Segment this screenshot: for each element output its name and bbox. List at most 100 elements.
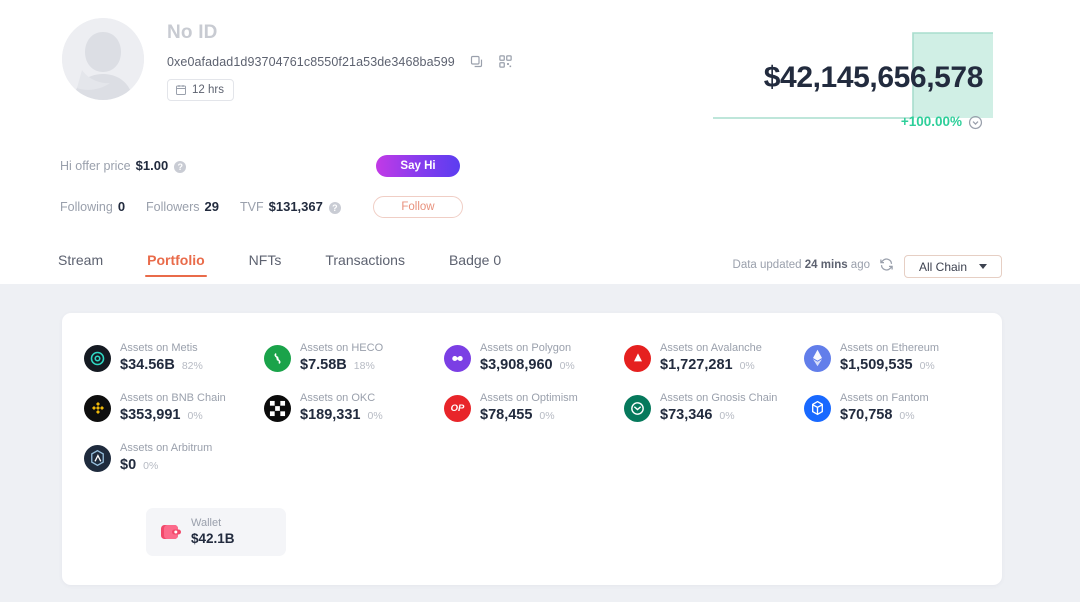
asset-row-optimism[interactable]: OP Assets on Optimism $78,455 0%	[444, 383, 624, 433]
tvf-label: TVF	[240, 200, 264, 214]
asset-amount: $353,991	[120, 406, 180, 425]
tvf-value: $131,367	[269, 199, 323, 214]
tab-stream[interactable]: Stream	[58, 252, 103, 277]
chevron-down-circle-icon[interactable]	[968, 115, 983, 130]
wallet-amount: $42.1B	[191, 530, 235, 548]
total-balance: $42,145,656,578	[764, 62, 983, 94]
asset-name: Assets on HECO	[300, 341, 383, 356]
metis-icon	[84, 345, 111, 372]
ethereum-icon	[804, 345, 831, 372]
balance-change-pct: +100.00%	[901, 114, 962, 130]
asset-name: Assets on Avalanche	[660, 341, 762, 356]
tab-nfts[interactable]: NFTs	[249, 252, 282, 277]
asset-name: Assets on Optimism	[480, 391, 578, 406]
asset-amount: $78,455	[480, 406, 532, 425]
wallet-address[interactable]: 0xe0afadad1d93704761c8550f21a53de3468ba5…	[167, 55, 455, 69]
copy-icon[interactable]	[469, 54, 484, 69]
arbitrum-icon	[84, 445, 111, 472]
hi-offer-label: Hi offer price	[60, 159, 131, 173]
asset-amount: $1,727,281	[660, 356, 733, 375]
asset-row-bnb-chain[interactable]: Assets on BNB Chain $353,991 0%	[84, 383, 264, 433]
asset-row-gnosis-chain[interactable]: Assets on Gnosis Chain $73,346 0%	[624, 383, 804, 433]
profile-tabs: Stream Portfolio NFTs Transactions Badge…	[58, 252, 545, 277]
asset-row-okc[interactable]: Assets on OKC $189,331 0%	[264, 383, 444, 433]
asset-row-arbitrum[interactable]: Assets on Arbitrum $0 0%	[84, 433, 264, 483]
tab-portfolio[interactable]: Portfolio	[147, 252, 205, 277]
following-label: Following	[60, 200, 113, 214]
asset-amount: $7.58B	[300, 356, 347, 375]
asset-row-metis[interactable]: Assets on Metis $34.56B 82%	[84, 333, 264, 383]
asset-share-pct: 0%	[740, 360, 755, 372]
tab-badge[interactable]: Badge 0	[449, 252, 501, 277]
asset-share-pct: 0%	[719, 410, 734, 422]
asset-amount: $73,346	[660, 406, 712, 425]
asset-name: Assets on OKC	[300, 391, 383, 406]
updated-prefix: Data updated	[733, 259, 805, 271]
chain-filter-label: All Chain	[919, 260, 967, 274]
asset-share-pct: 0%	[560, 360, 575, 372]
chain-filter-dropdown[interactable]: All Chain	[904, 255, 1002, 278]
asset-amount: $70,758	[840, 406, 892, 425]
optimism-icon: OP	[444, 395, 471, 422]
asset-name: Assets on Ethereum	[840, 341, 939, 356]
gnosis-icon	[624, 395, 651, 422]
asset-amount: $0	[120, 456, 136, 475]
portfolio-card: Assets on Metis $34.56B 82% Assets on HE…	[62, 313, 1002, 585]
time-range-chip[interactable]: 12 hrs	[167, 79, 234, 101]
hi-offer-value: $1.00	[136, 158, 169, 173]
asset-name: Assets on BNB Chain	[120, 391, 226, 406]
asset-amount: $34.56B	[120, 356, 175, 375]
asset-name: Assets on Metis	[120, 341, 203, 356]
hi-offer-row: Hi offer price $1.00 ?	[60, 158, 186, 173]
refresh-icon[interactable]	[879, 257, 894, 272]
time-range-label: 12 hrs	[192, 84, 224, 96]
follow-button[interactable]: Follow	[373, 196, 463, 218]
fantom-icon	[804, 395, 831, 422]
help-circle-icon[interactable]: ?	[174, 161, 186, 173]
asset-name: Assets on Polygon	[480, 341, 575, 356]
asset-name: Assets on Fantom	[840, 391, 929, 406]
tab-transactions[interactable]: Transactions	[325, 252, 405, 277]
asset-share-pct: 0%	[920, 360, 935, 372]
qr-code-icon[interactable]	[498, 54, 513, 69]
asset-share-pct: 0%	[187, 410, 202, 422]
heco-icon	[264, 345, 291, 372]
followers-label: Followers	[146, 200, 200, 214]
okc-icon	[264, 395, 291, 422]
display-name: No ID	[167, 20, 513, 46]
updated-value: 24 mins	[805, 259, 848, 271]
asset-name: Assets on Gnosis Chain	[660, 391, 777, 406]
asset-amount: $1,509,535	[840, 356, 913, 375]
profile-page: No ID 0xe0afadad1d93704761c8550f21a53de3…	[0, 0, 1080, 602]
chevron-down-icon	[979, 264, 987, 269]
asset-row-ethereum[interactable]: Assets on Ethereum $1,509,535 0%	[804, 333, 984, 383]
bnb-icon	[84, 395, 111, 422]
asset-row-polygon[interactable]: Assets on Polygon $3,908,960 0%	[444, 333, 624, 383]
calendar-icon	[175, 84, 187, 96]
profile-header-area: No ID 0xe0afadad1d93704761c8550f21a53de3…	[0, 0, 1080, 284]
following-value: 0	[118, 199, 125, 214]
balance-change-row: +100.00%	[901, 114, 983, 130]
asset-share-pct: 0%	[143, 460, 158, 472]
wallet-summary-card[interactable]: Wallet $42.1B	[146, 508, 286, 556]
address-row: 0xe0afadad1d93704761c8550f21a53de3468ba5…	[167, 54, 513, 69]
avatar[interactable]	[62, 18, 144, 100]
followers-value: 29	[205, 199, 219, 214]
help-circle-icon[interactable]: ?	[329, 202, 341, 214]
asset-row-fantom[interactable]: Assets on Fantom $70,758 0%	[804, 383, 984, 433]
identity-block: No ID 0xe0afadad1d93704761c8550f21a53de3…	[167, 20, 513, 101]
social-stats-row: Following 0 Followers 29 TVF $131,367 ?	[60, 199, 341, 214]
wallet-icon	[161, 524, 181, 540]
say-hi-button[interactable]: Say Hi	[376, 155, 460, 177]
asset-row-avalanche[interactable]: Assets on Avalanche $1,727,281 0%	[624, 333, 804, 383]
wallet-label: Wallet	[191, 516, 235, 530]
asset-name: Assets on Arbitrum	[120, 441, 212, 456]
polygon-icon	[444, 345, 471, 372]
asset-row-heco[interactable]: Assets on HECO $7.58B 18%	[264, 333, 444, 383]
asset-share-pct: 0%	[367, 410, 382, 422]
asset-share-pct: 82%	[182, 360, 203, 372]
updated-suffix: ago	[848, 259, 870, 271]
balance-block: $42,145,656,578 +100.00%	[705, 16, 1080, 124]
asset-amount: $3,908,960	[480, 356, 553, 375]
asset-share-pct: 18%	[354, 360, 375, 372]
